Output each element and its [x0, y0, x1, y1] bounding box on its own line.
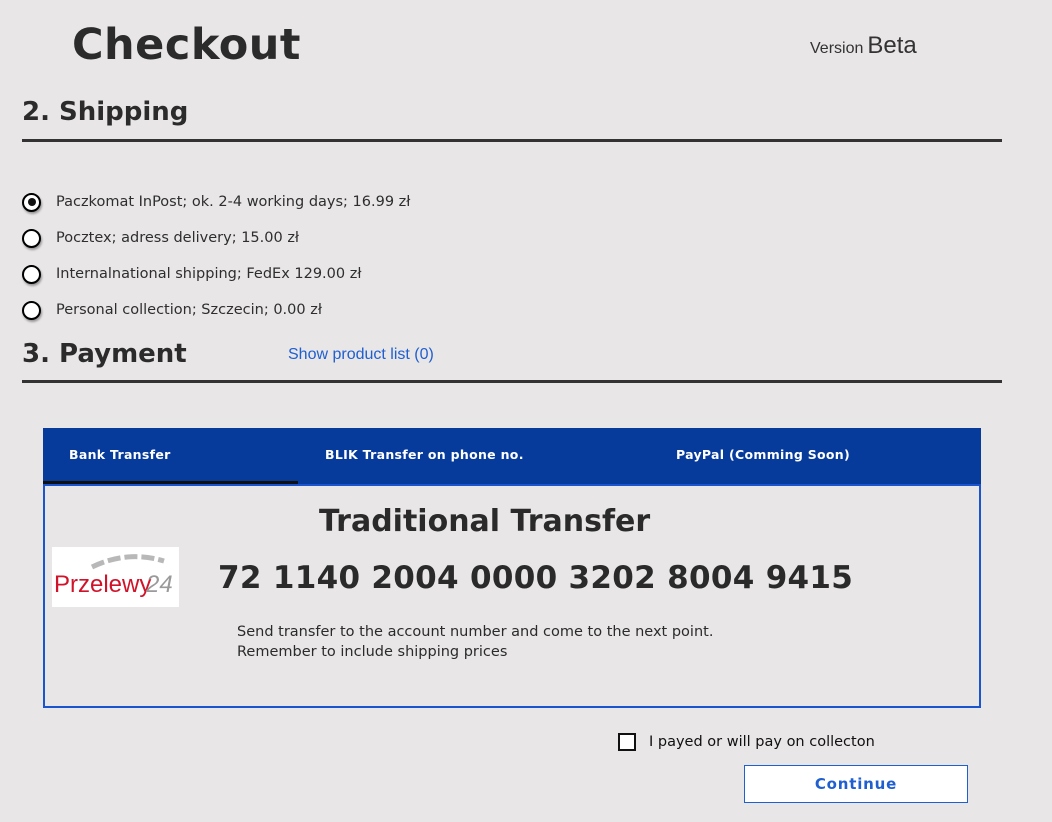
version-label: Version [810, 40, 864, 57]
tab-paypal[interactable]: PayPal (Comming Soon) [676, 428, 850, 484]
radio-fedex[interactable] [22, 264, 41, 284]
shipping-option-label: Internalnational shipping; FedEx 129.00 … [56, 266, 362, 282]
payment-divider [22, 380, 1002, 383]
shipping-options: Paczkomat InPost; ok. 2-4 working days; … [22, 184, 410, 328]
panel-title: Traditional Transfer [319, 504, 651, 539]
instructions-line: Send transfer to the account number and … [237, 624, 714, 640]
shipping-option-label: Pocztex; adress delivery; 15.00 zł [56, 230, 300, 246]
shipping-option-label: Paczkomat InPost; ok. 2-4 working days; … [56, 194, 411, 210]
przelewy24-logo: Przelewy 24 [52, 547, 179, 607]
continue-button[interactable]: Continue [744, 765, 968, 803]
version-info: Version Beta [810, 32, 917, 60]
show-product-list-link[interactable]: Show product list (0) [288, 346, 434, 364]
tab-blik-transfer[interactable]: BLIK Transfer on phone no. [325, 428, 524, 484]
shipping-divider [22, 139, 1002, 142]
tab-bank-transfer[interactable]: Bank Transfer [43, 428, 298, 484]
radio-personal[interactable] [22, 300, 41, 320]
version-value: Beta [867, 32, 917, 59]
paid-checkbox-label: I payed or will pay on collecton [649, 734, 875, 750]
transfer-instructions: Send transfer to the account number and … [237, 622, 713, 662]
payment-tabs: Bank Transfer BLIK Transfer on phone no.… [43, 428, 981, 484]
shipping-option-fedex[interactable]: Internalnational shipping; FedEx 129.00 … [22, 256, 410, 292]
radio-pocztex[interactable] [22, 228, 41, 248]
shipping-option-label: Personal collection; Szczecin; 0.00 zł [56, 302, 322, 318]
bank-transfer-panel: Traditional Transfer Przelewy 24 72 1140… [43, 484, 981, 708]
shipping-option-personal[interactable]: Personal collection; Szczecin; 0.00 zł [22, 292, 410, 328]
account-number: 72 1140 2004 0000 3202 8004 9415 [218, 560, 854, 596]
shipping-section-title: 2. Shipping [22, 97, 189, 127]
payment-section-title: 3. Payment [22, 339, 187, 369]
page-title: Checkout [72, 20, 301, 70]
shipping-option-pocztex[interactable]: Pocztex; adress delivery; 15.00 zł [22, 220, 410, 256]
shipping-option-inpost[interactable]: Paczkomat InPost; ok. 2-4 working days; … [22, 184, 410, 220]
radio-inpost[interactable] [22, 192, 41, 212]
instructions-line: Remember to include shipping prices [237, 644, 508, 660]
paid-confirmation[interactable]: I payed or will pay on collecton [618, 733, 875, 751]
svg-text:24: 24 [145, 571, 173, 598]
paid-checkbox[interactable] [618, 733, 636, 751]
svg-text:Przelewy: Przelewy [54, 571, 151, 598]
